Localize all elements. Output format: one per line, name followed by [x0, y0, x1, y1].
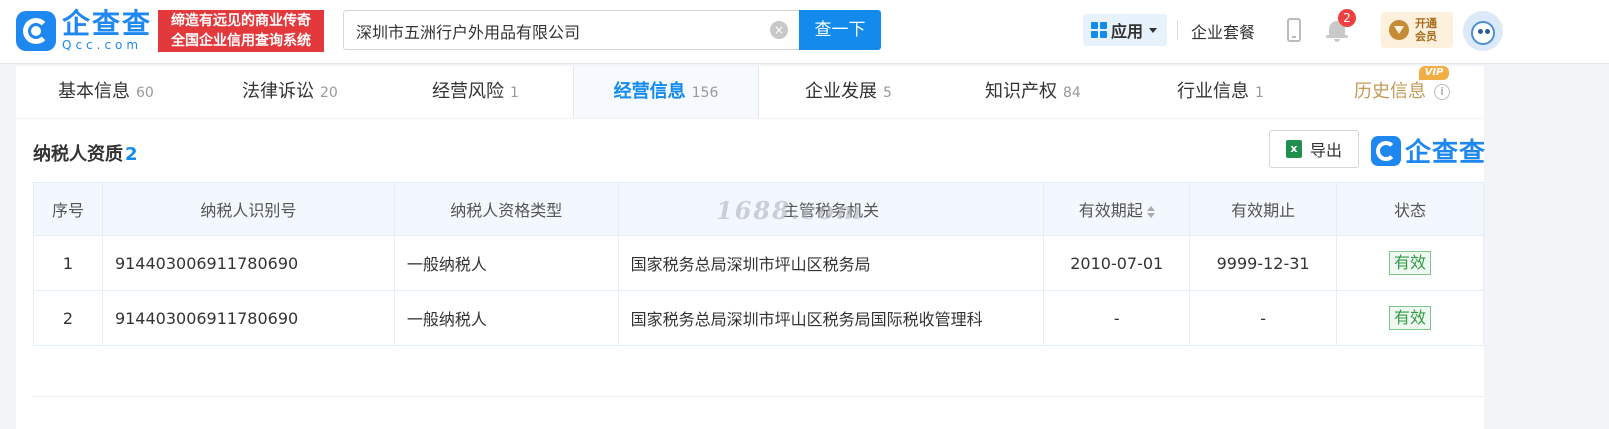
qcc-brand-logo: 企查查: [1371, 132, 1486, 169]
tab-label: 知识产权: [985, 81, 1057, 102]
info-icon[interactable]: i: [1434, 84, 1450, 100]
slogan-line-2: 全国企业信用查询系统: [171, 33, 311, 49]
export-label: 导出: [1309, 141, 1342, 160]
watermark: 1688.com: [716, 196, 864, 225]
apps-menu-button[interactable]: 应用: [1083, 14, 1167, 46]
apps-label: 应用: [1111, 22, 1144, 41]
search-input[interactable]: [356, 19, 756, 43]
status-badge: 有效: [1389, 306, 1432, 330]
header-status: 状态: [1336, 182, 1484, 236]
search-box: [343, 10, 799, 50]
mobile-phone-icon[interactable]: [1287, 18, 1301, 42]
apps-grid-icon: [1091, 22, 1107, 38]
qcc-logo-icon: [16, 11, 56, 51]
tab-label: 法律诉讼: [242, 81, 314, 102]
cell-tax-id: 914403006911780690: [101, 235, 395, 291]
clear-search-icon[interactable]: ×: [770, 21, 788, 39]
tab-industry-info[interactable]: 行业信息 1: [1177, 66, 1264, 118]
cell-valid-from: -: [1043, 290, 1191, 346]
membership-text: 开通 会员: [1415, 17, 1437, 43]
header-valid-from[interactable]: 有效期起: [1043, 182, 1191, 236]
tab-count: 156: [691, 85, 719, 101]
user-avatar[interactable]: [1463, 11, 1503, 51]
cell-index: 2: [33, 290, 103, 346]
cell-tax-authority: 国家税务总局深圳市坪山区税务局国际税收管理科: [617, 290, 1045, 346]
section-count: 2: [125, 144, 138, 165]
table-row: 2 914403006911780690 一般纳税人 国家税务总局深圳市坪山区税…: [33, 290, 1484, 346]
tab-count: 5: [883, 85, 892, 101]
header-divider: [1177, 20, 1178, 40]
tab-intellectual-property[interactable]: 知识产权 84: [985, 66, 1081, 118]
section-title-text: 纳税人资质: [33, 144, 123, 165]
membership-line-1: 开通: [1415, 17, 1437, 30]
cell-tax-id: 914403006911780690: [101, 290, 395, 346]
header-index: 序号: [33, 182, 103, 236]
tab-business-info[interactable]: 经营信息 156: [573, 66, 759, 118]
tab-label: 行业信息: [1177, 81, 1249, 102]
tab-label: 企业发展: [805, 81, 877, 102]
tab-label: 基本信息: [58, 81, 130, 102]
qcc-brand-icon: [1371, 135, 1401, 166]
tab-basic-info[interactable]: 基本信息 60: [58, 66, 154, 118]
cell-status: 有效: [1336, 290, 1484, 346]
crown-icon: [1389, 20, 1409, 40]
logo-cn: 企查查: [62, 7, 153, 40]
cell-valid-to: -: [1189, 290, 1338, 346]
open-membership-button[interactable]: 开通 会员: [1381, 12, 1453, 48]
qcc-logo[interactable]: 企查查 Qcc.com: [16, 10, 152, 52]
section-title: 纳税人资质 2: [33, 140, 138, 166]
tab-business-risk[interactable]: 经营风险 1: [432, 66, 519, 118]
tab-count: 20: [320, 85, 338, 101]
top-header: 企查查 Qcc.com 缔造有远见的商业传奇 全国企业信用查询系统 × 查一下 …: [0, 0, 1609, 64]
cell-tax-authority: 国家税务总局深圳市坪山区税务局: [617, 235, 1045, 291]
cell-status: 有效: [1336, 235, 1484, 291]
tab-count: 60: [136, 85, 154, 101]
panel-divider: [33, 396, 1484, 397]
table-row: 1 914403006911780690 一般纳税人 国家税务总局深圳市坪山区税…: [33, 235, 1484, 291]
header-tax-id: 纳税人识别号: [101, 182, 395, 236]
company-tabs: 基本信息 60 法律诉讼 20 经营风险 1 经营信息 156 企业发展 5 知识产权 84…: [16, 66, 1484, 118]
export-button[interactable]: x 导出: [1269, 130, 1359, 168]
cell-index: 1: [33, 235, 103, 291]
tab-enterprise-development[interactable]: 企业发展 5: [805, 66, 892, 118]
tab-label: 经营风险: [432, 81, 504, 102]
cell-qualification-type: 一般纳税人: [393, 235, 619, 291]
header-valid-to: 有效期止: [1189, 182, 1338, 236]
header-valid-from-label: 有效期起: [1078, 201, 1143, 220]
cell-valid-from: 2010-07-01: [1043, 235, 1191, 291]
sort-icon[interactable]: [1146, 205, 1155, 218]
logo-text: 企查查 Qcc.com: [62, 7, 153, 53]
brand-text: 企查查: [1405, 138, 1487, 168]
search-button[interactable]: 查一下: [799, 10, 881, 50]
tab-count: 1: [510, 85, 519, 101]
status-badge: 有效: [1389, 251, 1432, 275]
notification-badge: 2: [1338, 9, 1356, 27]
cell-qualification-type: 一般纳税人: [393, 290, 619, 346]
tab-label: 经营信息: [613, 81, 686, 102]
enterprise-package-link[interactable]: 企业套餐: [1191, 19, 1255, 43]
slogan-line-1: 缔造有远见的商业传奇: [171, 13, 311, 29]
membership-line-2: 会员: [1415, 30, 1437, 43]
slogan-banner: 缔造有远见的商业传奇 全国企业信用查询系统: [158, 10, 324, 52]
excel-icon: x: [1285, 140, 1302, 158]
cell-valid-to: 9999-12-31: [1189, 235, 1338, 291]
tab-legal-litigation[interactable]: 法律诉讼 20: [242, 66, 338, 118]
tab-count: 1: [1255, 85, 1264, 101]
header-qualification-type: 纳税人资格类型: [393, 182, 619, 236]
logo-en: Qcc.com: [62, 38, 143, 52]
vip-tag: VIP: [1419, 66, 1449, 80]
tab-count: 84: [1063, 85, 1081, 101]
tab-label: 历史信息: [1354, 81, 1426, 102]
chevron-down-icon: [1149, 27, 1158, 33]
